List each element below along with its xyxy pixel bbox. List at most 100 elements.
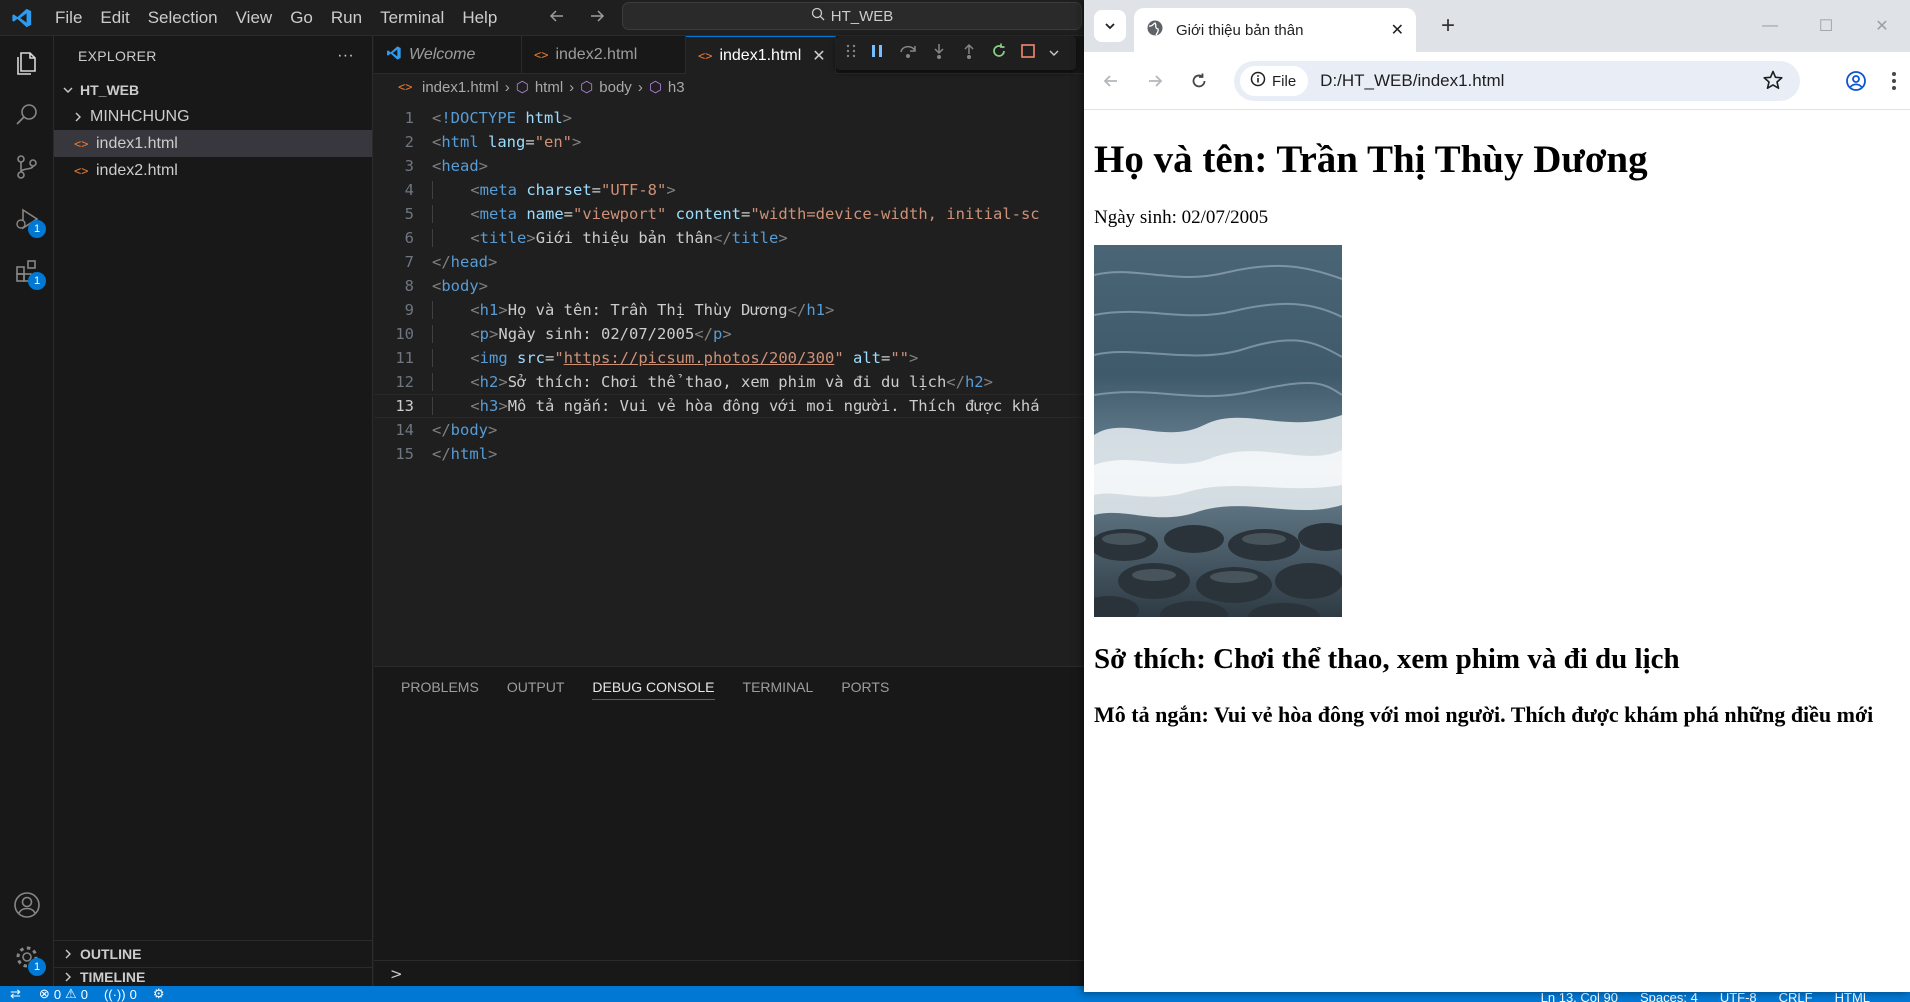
close-tab-icon[interactable]: ✕ (1391, 20, 1404, 40)
step-out-icon[interactable] (960, 42, 978, 64)
new-tab-button[interactable]: + (1434, 12, 1462, 40)
code-line[interactable]: 14 </body> (374, 418, 1084, 442)
code-line[interactable]: 4 <meta charset="UTF-8"> (374, 178, 1084, 202)
pause-icon[interactable] (868, 42, 886, 64)
panel-tab-ports[interactable]: PORTS (841, 679, 889, 695)
menu-selection[interactable]: Selection (139, 0, 227, 36)
tab-search-button[interactable] (1094, 10, 1126, 42)
code-token: > (498, 301, 508, 319)
source-control-icon[interactable] (0, 140, 54, 194)
code-content: <h1>Họ và tên: Trần Thị Thùy Dương</h1> (432, 301, 1084, 319)
close-icon[interactable]: ✕ (812, 46, 825, 66)
code-token: h2 (479, 373, 499, 391)
code-editor[interactable]: 1 <!DOCTYPE html> 2 <html lang="en"> 3 <head>… (374, 106, 1084, 496)
menu-edit[interactable]: Edit (91, 0, 138, 36)
menu-run[interactable]: Run (322, 0, 371, 36)
timeline-section[interactable]: TIMELINE (54, 967, 373, 986)
tab-index2[interactable]: <> index2.html (522, 36, 686, 74)
settings-gear-icon[interactable]: 1 (0, 930, 54, 984)
explorer-icon[interactable] (0, 36, 54, 90)
code-token: "en" (534, 133, 573, 151)
code-line[interactable]: 9 <h1>Họ và tên: Trần Thị Thùy Dương</h1… (374, 298, 1084, 322)
maximize-icon[interactable]: ☐ (1798, 0, 1854, 52)
code-line[interactable]: 15 </html> (374, 442, 1084, 466)
panel-tab-problems[interactable]: PROBLEMS (401, 679, 479, 695)
run-debug-icon[interactable]: 1 (0, 192, 54, 246)
tree-item-index1[interactable]: <> index1.html (54, 130, 372, 157)
menu-bar: File Edit Selection View Go Run Terminal Help (46, 0, 506, 36)
debug-badge: 1 (28, 220, 46, 238)
debug-status[interactable]: ⚙ (145, 986, 173, 1002)
warning-count: 0 (80, 986, 88, 1002)
back-arrow-icon[interactable] (548, 7, 566, 29)
panel-tab-debug-console[interactable]: DEBUG CONSOLE (592, 679, 715, 700)
menu-view[interactable]: View (227, 0, 282, 36)
workspace-root-folder[interactable]: HT_WEB (54, 76, 372, 103)
code-line[interactable]: 3 <head> (374, 154, 1084, 178)
code-token: > (526, 229, 536, 247)
outline-section[interactable]: OUTLINE (54, 940, 373, 967)
problems-indicator[interactable]: ⊗ 0 ⚠ 0 (31, 986, 96, 1002)
debug-console-input[interactable]: > (374, 960, 1084, 986)
breadcrumb-item[interactable]: html (535, 79, 563, 96)
kebab-menu-icon[interactable] (1880, 67, 1908, 95)
code-token: name (526, 205, 564, 223)
site-info-chip[interactable]: File (1240, 66, 1309, 96)
search-icon[interactable] (0, 88, 54, 142)
code-line[interactable]: 8 <body> (374, 274, 1084, 298)
code-token: < (470, 325, 480, 343)
step-into-icon[interactable] (930, 42, 948, 64)
panel-tab-terminal[interactable]: TERMINAL (743, 679, 814, 695)
forward-icon[interactable] (1141, 67, 1169, 95)
profile-icon[interactable] (1842, 67, 1870, 95)
code-line[interactable]: 5 <meta name="viewport" content="width=d… (374, 202, 1084, 226)
breadcrumb-item[interactable]: index1.html (422, 79, 499, 96)
tab-index1[interactable]: <> index1.html ✕ (686, 36, 836, 74)
broadcast-icon: ((·)) (103, 986, 126, 1002)
account-icon[interactable] (0, 878, 54, 932)
code-line[interactable]: 12 <h2>Sở thích: Chơi thể thao, xem phim… (374, 370, 1084, 394)
breadcrumb-item[interactable]: h3 (668, 79, 685, 96)
tree-item-index2[interactable]: <> index2.html (54, 157, 372, 184)
drag-handle-icon[interactable] (846, 43, 856, 63)
restart-icon[interactable] (990, 42, 1008, 64)
close-window-icon[interactable]: ✕ (1854, 0, 1910, 52)
forward-arrow-icon[interactable] (588, 7, 606, 29)
code-token: "width=device-width, initial-sc (750, 205, 1040, 223)
code-line[interactable]: 6 <title>Giới thiệu bản thân</title> (374, 226, 1084, 250)
extensions-badge: 1 (28, 272, 46, 290)
code-token: > (722, 325, 732, 343)
tab-welcome[interactable]: Welcome (374, 36, 522, 74)
code-line[interactable]: 1 <!DOCTYPE html> (374, 106, 1084, 130)
line-number: 12 (395, 373, 414, 391)
menu-terminal[interactable]: Terminal (371, 0, 453, 36)
menu-help[interactable]: Help (453, 0, 506, 36)
code-line[interactable]: 2 <html lang="en"> (374, 130, 1084, 154)
minimize-icon[interactable]: — (1742, 0, 1798, 52)
bottom-panel: PROBLEMS OUTPUT DEBUG CONSOLE TERMINAL PORTS… (374, 666, 1084, 986)
tree-item-minhchung[interactable]: MINHCHUNG (54, 103, 372, 130)
browser-tab[interactable]: Giới thiệu bản thân ✕ (1134, 8, 1416, 52)
stop-icon[interactable] (1020, 43, 1036, 63)
reload-icon[interactable] (1185, 67, 1213, 95)
extensions-icon[interactable]: 1 (0, 244, 54, 298)
menu-file[interactable]: File (46, 0, 91, 36)
site-chip-label: File (1272, 72, 1297, 90)
code-line[interactable]: 11 <img src="https://picsum.photos/200/3… (374, 346, 1084, 370)
breadcrumb-item[interactable]: body (599, 79, 632, 96)
more-actions-icon[interactable]: ··· (337, 47, 354, 65)
bookmark-star-icon[interactable] (1762, 69, 1784, 96)
chevron-down-icon[interactable] (1048, 44, 1060, 63)
code-line[interactable]: 13 <h3>Mô tả ngắn: Vui vẻ hòa đông với m… (374, 394, 1084, 418)
step-over-icon[interactable] (898, 42, 918, 64)
code-token: meta (479, 181, 527, 199)
remote-indicator[interactable]: ⇄ (0, 986, 31, 1002)
ports-indicator[interactable]: ((·)) 0 (96, 987, 145, 1002)
code-line[interactable]: 10 <p>Ngày sinh: 02/07/2005</p> (374, 322, 1084, 346)
command-center-search[interactable]: HT_WEB (622, 2, 1082, 30)
menu-go[interactable]: Go (281, 0, 322, 36)
address-bar[interactable]: File D:/HT_WEB/index1.html (1234, 61, 1800, 101)
panel-tab-output[interactable]: OUTPUT (507, 679, 565, 695)
code-line[interactable]: 7 </head> (374, 250, 1084, 274)
back-icon[interactable] (1097, 67, 1125, 95)
